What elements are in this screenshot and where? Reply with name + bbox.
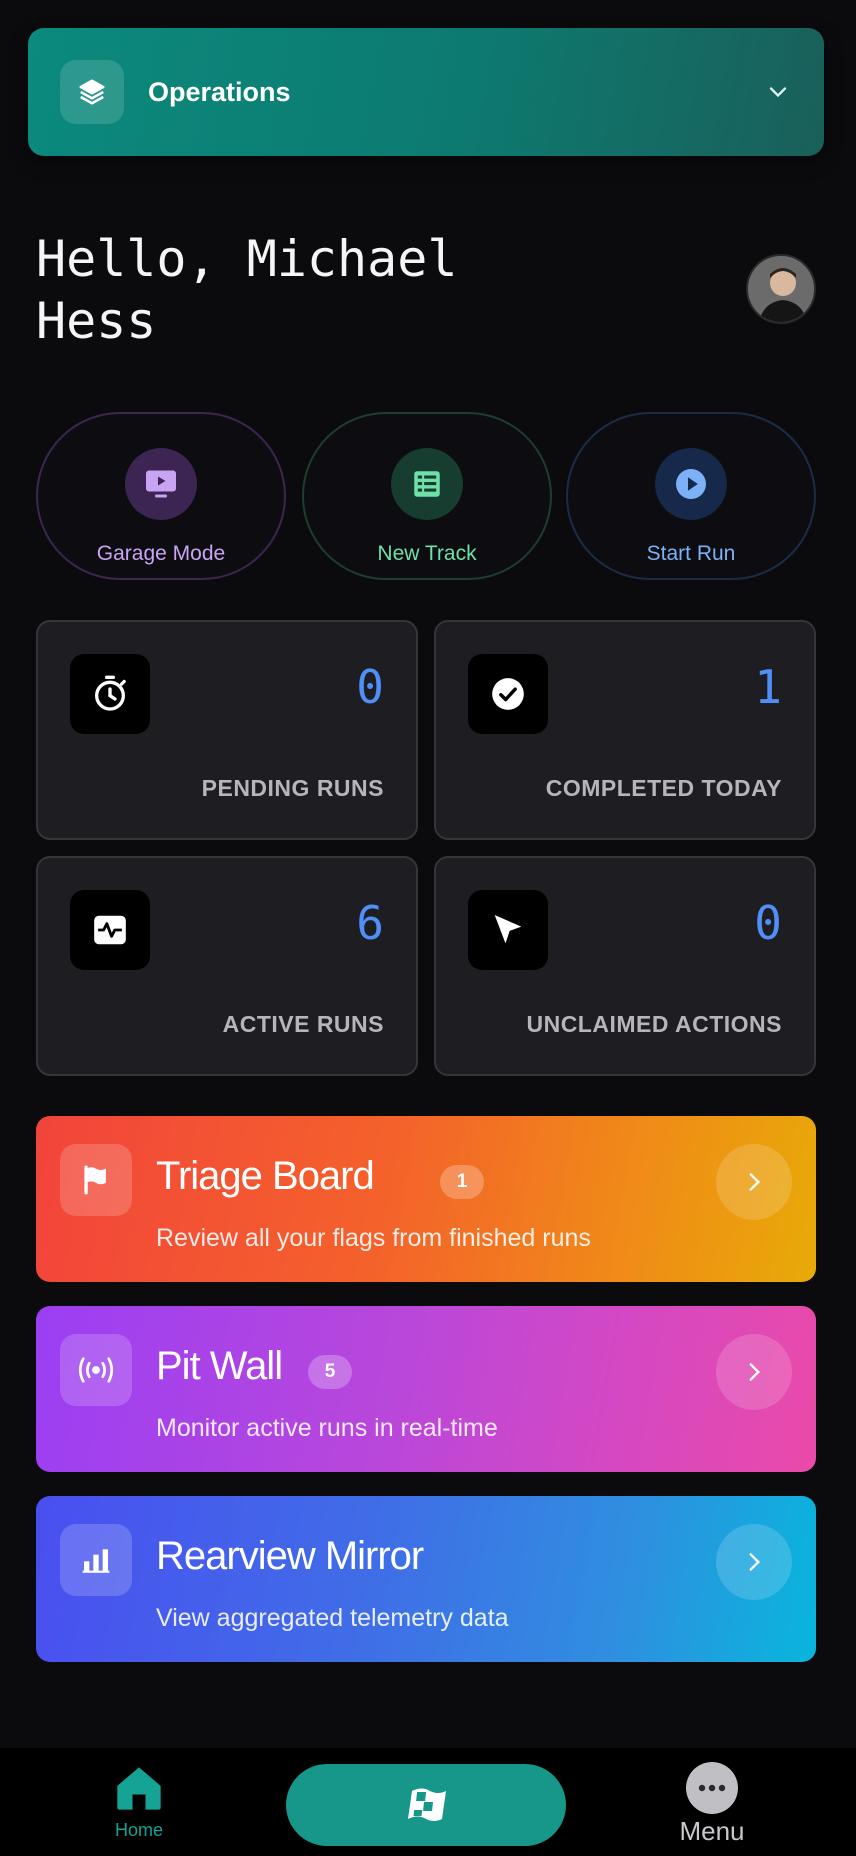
- stat-label: PENDING RUNS: [201, 775, 384, 801]
- nav-card-subtitle: Monitor active runs in real-time: [156, 1414, 498, 1442]
- stat-card-pending-runs[interactable]: 0 PENDING RUNS: [36, 620, 418, 840]
- stat-card-unclaimed-actions[interactable]: 0 UNCLAIMED ACTIONS: [434, 856, 816, 1076]
- broadcast-icon: [60, 1334, 132, 1406]
- chevron-down-icon: [769, 87, 787, 98]
- activity-icon: [70, 890, 150, 970]
- workspace-title: Operations: [148, 76, 291, 107]
- bottom-nav: Home Menu: [0, 1748, 856, 1856]
- new-track-label: New Track: [377, 542, 477, 565]
- more-icon: [686, 1762, 738, 1814]
- spreadsheet-icon: [391, 448, 463, 520]
- chevron-right-icon[interactable]: [716, 1334, 792, 1410]
- timer-icon: [70, 654, 150, 734]
- nav-card-title: Rearview Mirror: [156, 1534, 424, 1578]
- bar-chart-icon: [60, 1524, 132, 1596]
- cursor-arrow-icon: [468, 890, 548, 970]
- workspace-selector[interactable]: Operations: [28, 28, 824, 156]
- avatar[interactable]: [746, 254, 816, 324]
- stat-value: 0: [356, 660, 384, 714]
- nav-menu[interactable]: Menu: [664, 1762, 760, 1852]
- pit-wall-card[interactable]: Pit Wall 5 Monitor active runs in real-t…: [36, 1306, 816, 1472]
- stat-label: COMPLETED TODAY: [545, 775, 782, 801]
- play-circle-icon: [655, 448, 727, 520]
- center-action-button[interactable]: [286, 1764, 566, 1846]
- nav-home[interactable]: Home: [94, 1762, 184, 1852]
- count-badge: 5: [308, 1355, 352, 1389]
- start-run-button[interactable]: Start Run: [566, 412, 816, 580]
- layers-icon: [60, 60, 124, 124]
- stat-value: 6: [356, 896, 384, 950]
- stat-value: 0: [754, 896, 782, 950]
- nav-card-title: Pit Wall: [156, 1344, 283, 1388]
- stat-label: UNCLAIMED ACTIONS: [526, 1011, 782, 1037]
- chevron-right-icon[interactable]: [716, 1524, 792, 1600]
- nav-card-title: Triage Board: [156, 1154, 375, 1198]
- checkered-flag-icon: [408, 1788, 446, 1821]
- garage-mode-label: Garage Mode: [96, 542, 226, 565]
- new-track-button[interactable]: New Track: [302, 412, 552, 580]
- garage-mode-button[interactable]: Garage Mode: [36, 412, 286, 580]
- nav-card-subtitle: View aggregated telemetry data: [156, 1604, 509, 1632]
- nav-home-label: Home: [114, 1820, 163, 1840]
- nav-card-subtitle: Review all your flags from finished runs: [156, 1224, 591, 1252]
- chevron-right-icon[interactable]: [716, 1144, 792, 1220]
- flag-icon: [60, 1144, 132, 1216]
- count-badge: 1: [440, 1165, 484, 1199]
- greeting-title: Hello, Michael Hess: [36, 230, 458, 350]
- start-run-label: Start Run: [646, 542, 736, 565]
- stat-card-completed-today[interactable]: 1 COMPLETED TODAY: [434, 620, 816, 840]
- nav-menu-label: Menu: [679, 1816, 745, 1846]
- home-icon: [117, 1767, 161, 1810]
- rearview-mirror-card[interactable]: Rearview Mirror View aggregated telemetr…: [36, 1496, 816, 1662]
- stat-card-active-runs[interactable]: 6 ACTIVE RUNS: [36, 856, 418, 1076]
- stat-value: 1: [754, 660, 782, 714]
- stat-label: ACTIVE RUNS: [222, 1011, 384, 1037]
- monitor-play-icon: [125, 448, 197, 520]
- check-circle-icon: [468, 654, 548, 734]
- triage-board-card[interactable]: Triage Board 1 Review all your flags fro…: [36, 1116, 816, 1282]
